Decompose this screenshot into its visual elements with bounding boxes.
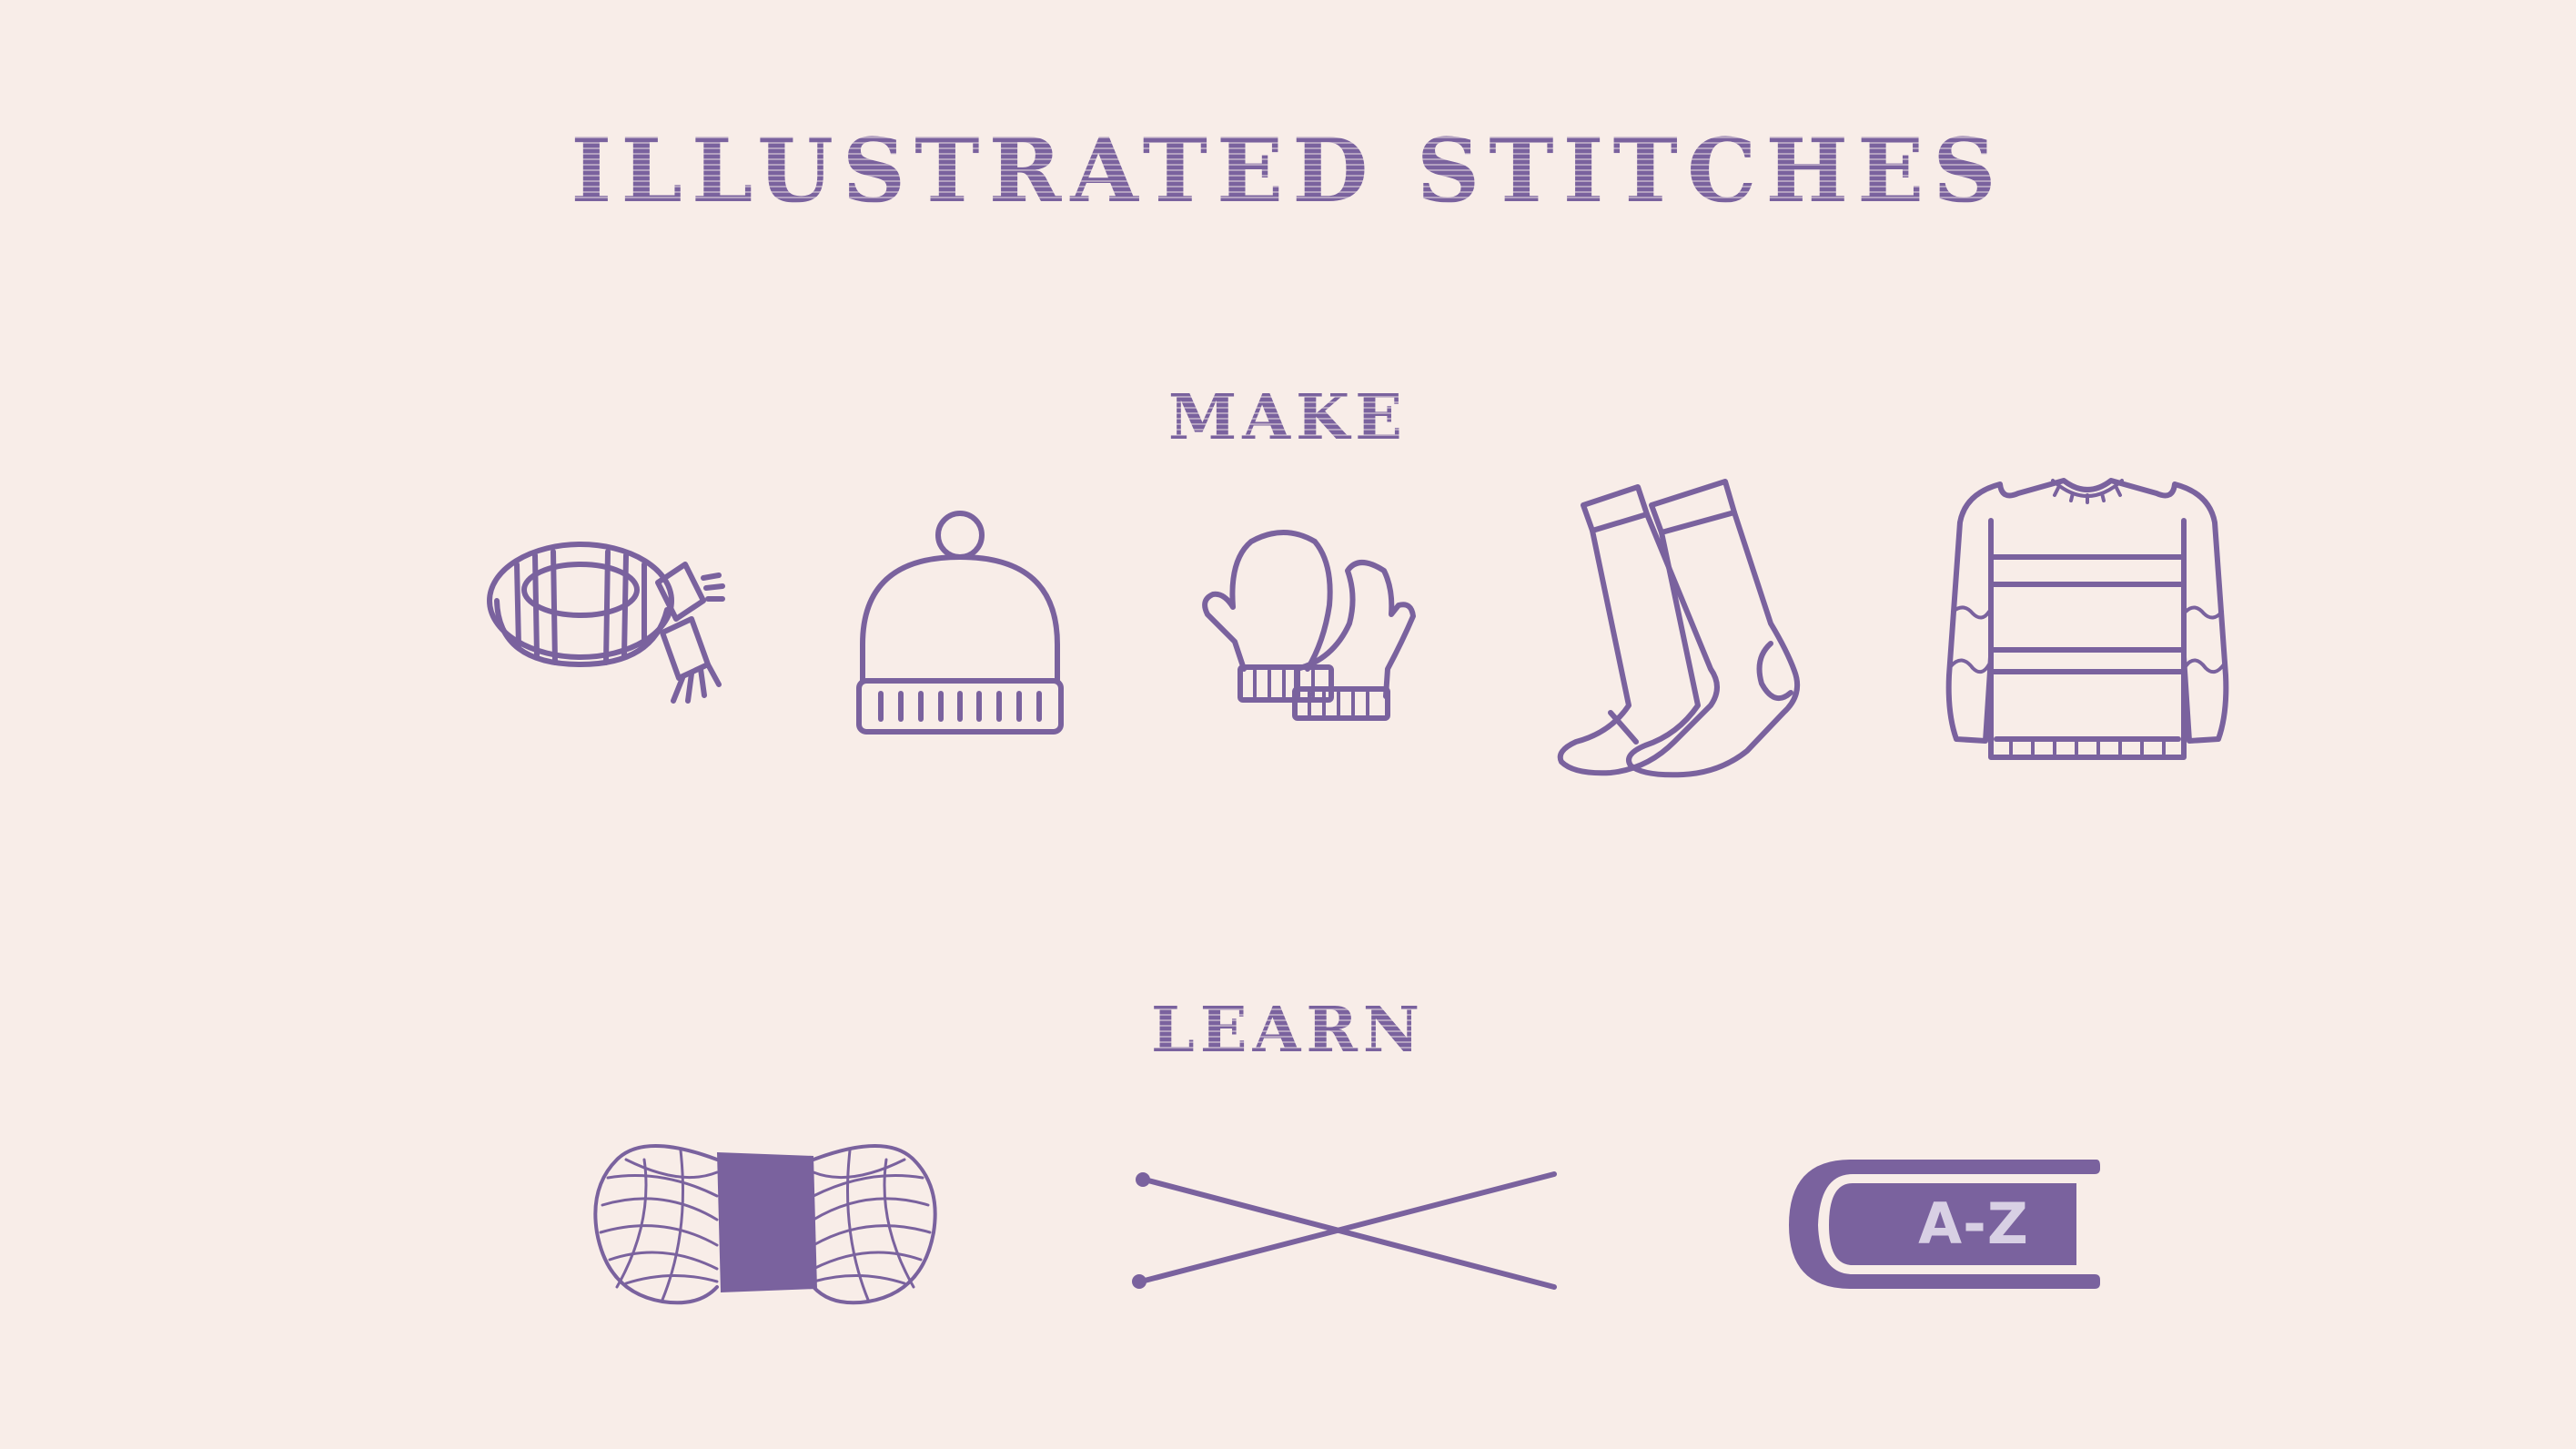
yarn-skein-icon[interactable] <box>590 1132 941 1311</box>
socks-icon[interactable] <box>1556 469 1815 778</box>
scarf-icon[interactable] <box>480 528 726 719</box>
learn-heading: LEARN <box>1150 994 1426 1067</box>
knitting-needles-icon[interactable] <box>1128 1167 1560 1292</box>
page-title: ILLUSTRATED STITCHES <box>571 119 2005 222</box>
make-heading: MAKE <box>1168 381 1408 454</box>
page: ILLUSTRATED STITCHES MAKE LEARN A-Z <box>0 0 2576 1449</box>
mittens-icon[interactable] <box>1197 523 1424 724</box>
book-label: A-Z <box>1918 1191 2029 1257</box>
beanie-hat-icon[interactable] <box>854 508 1066 741</box>
sweater-icon[interactable] <box>1945 475 2229 766</box>
glossary-book-icon[interactable]: A-Z <box>1787 1160 2100 1289</box>
